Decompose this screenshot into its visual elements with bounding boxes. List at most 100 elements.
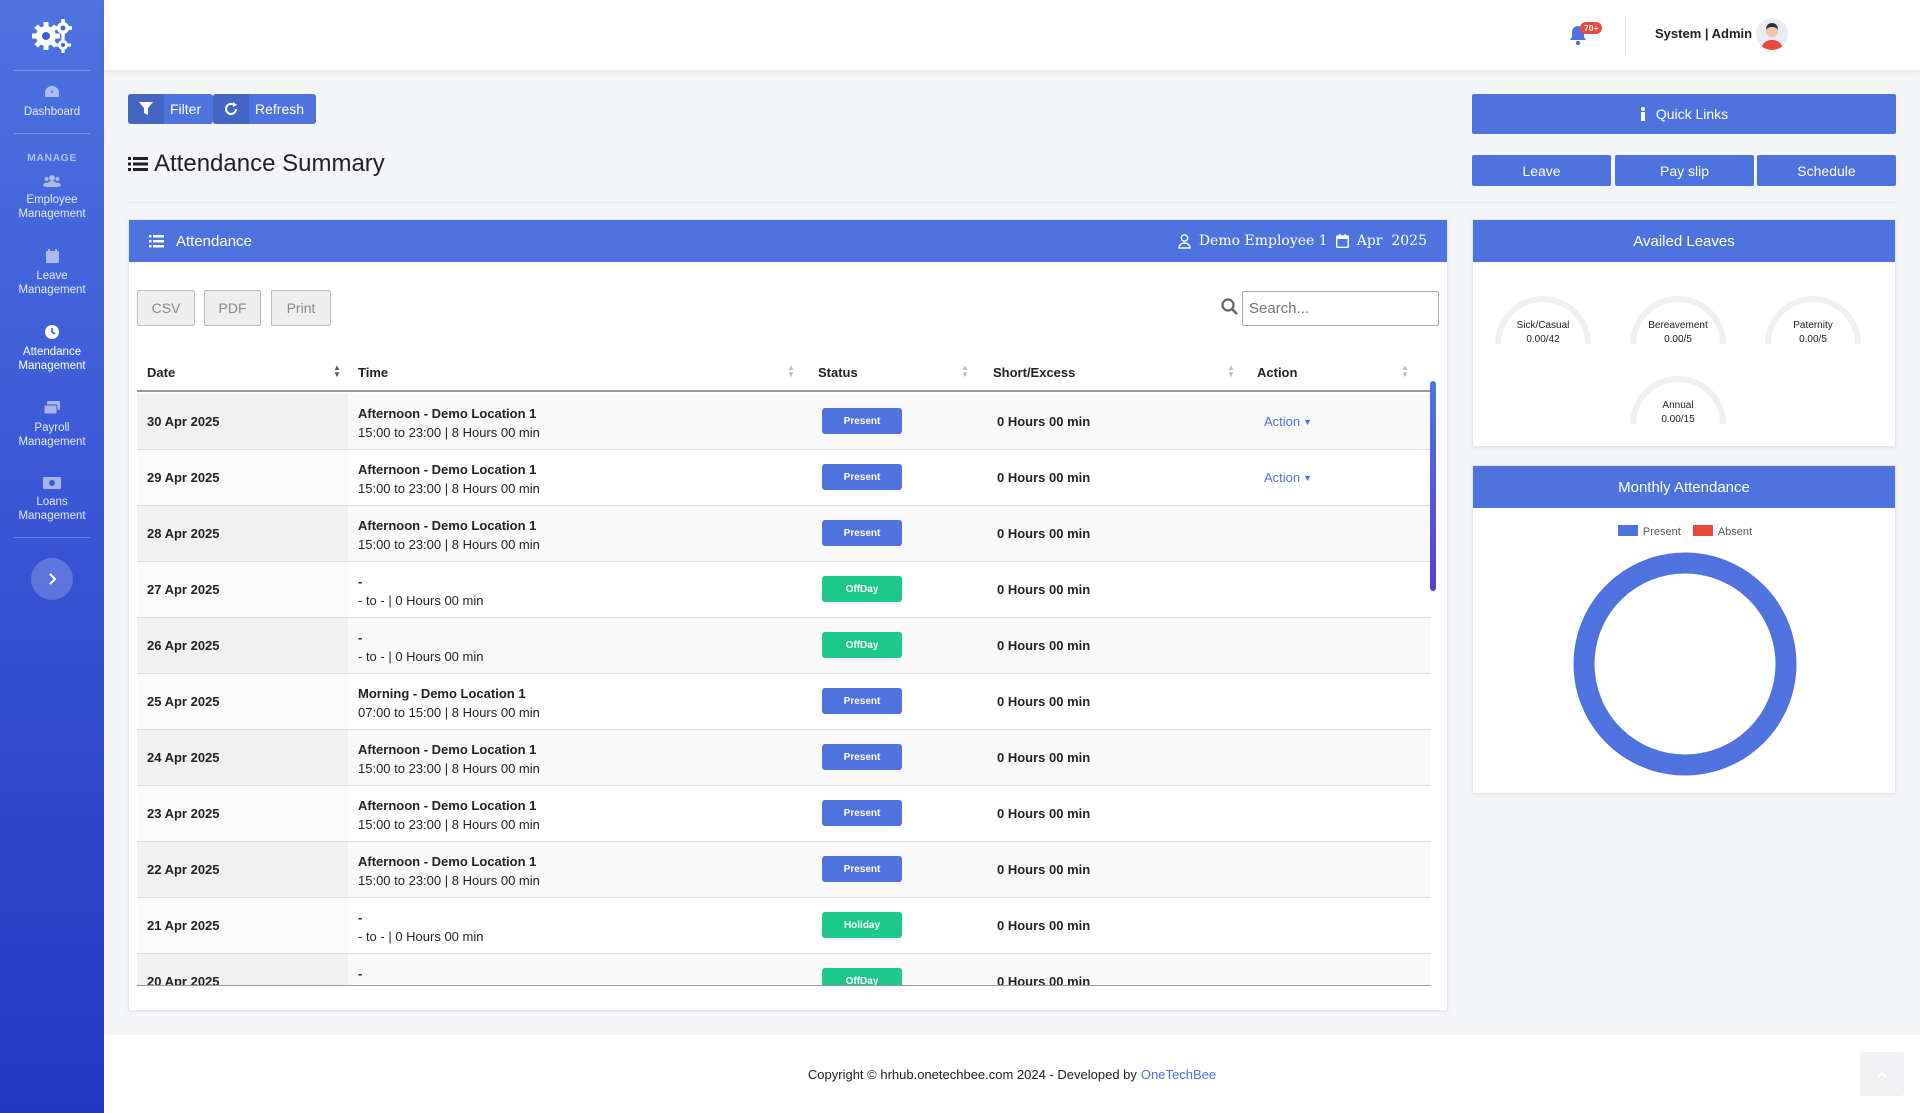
legend-item-present[interactable]: Present <box>1617 525 1681 538</box>
caret-down-icon: ▼ <box>1303 472 1313 483</box>
status-badge: Present <box>822 408 902 434</box>
developer-link[interactable]: OneTechBee <box>1141 1067 1216 1082</box>
row-action-dropdown[interactable]: Action ▼ <box>1264 394 1312 449</box>
app-logo[interactable] <box>0 0 104 70</box>
column-header-status[interactable]: Status <box>818 352 858 392</box>
availed-leaves-title: Availed Leaves <box>1633 232 1735 250</box>
leave-type: Sick/Casual <box>1516 320 1570 331</box>
cash-icon <box>43 477 61 489</box>
page-title-text: Attendance Summary <box>154 150 385 177</box>
export-pdf-button[interactable]: PDF <box>204 290 261 326</box>
cell-date: 20 Apr 2025 <box>137 954 348 985</box>
cell-time: - - to - | 0 Hours 00 min <box>358 964 483 985</box>
sidebar-item-label: Loans Management <box>18 496 86 522</box>
leave-gauge: Paternity 0.00/5 <box>1763 284 1863 348</box>
avatar[interactable] <box>1756 18 1788 50</box>
payslip-button[interactable]: Pay slip <box>1615 155 1754 186</box>
leave-value: 0.00/15 <box>1661 414 1695 425</box>
schedule-button[interactable]: Schedule <box>1757 155 1896 186</box>
row-action-dropdown[interactable]: Action ▼ <box>1264 450 1312 505</box>
column-header-label: Short/Excess <box>993 364 1076 380</box>
status-badge: OffDay <box>822 968 902 985</box>
leave-gauge: Annual 0.00/15 <box>1628 364 1728 428</box>
shift-time: 15:00 to 23:00 | 8 Hours 00 min <box>358 425 540 440</box>
quick-links-button[interactable]: Quick Links <box>1472 94 1896 134</box>
table-scrollbar[interactable] <box>1430 381 1436 591</box>
leave-value: 0.00/5 <box>1799 334 1827 345</box>
table-row: 29 Apr 2025 Afternoon - Demo Location 1 15… <box>137 450 1431 506</box>
cell-time: Afternoon - Demo Location 1 15:00 to 23:0… <box>358 740 540 778</box>
sidebar-item-payroll-management[interactable]: Payroll Management <box>0 387 104 463</box>
sidebar-item-label: Payroll Management <box>18 422 86 448</box>
shift-time: 07:00 to 15:00 | 8 Hours 00 min <box>358 705 540 720</box>
cell-date: 23 Apr 2025 <box>137 786 348 841</box>
sidebar-item-attendance-management[interactable]: Attendance Management <box>0 311 104 387</box>
column-header-short-excess[interactable]: Short/Excess <box>993 352 1075 392</box>
cell-time: Afternoon - Demo Location 1 15:00 to 23:0… <box>358 796 540 834</box>
cell-date: 25 Apr 2025 <box>137 674 348 729</box>
attendance-donut-chart <box>1573 552 1797 776</box>
status-badge: Present <box>822 520 902 546</box>
cell-time: - - to - | 0 Hours 00 min <box>358 908 483 946</box>
column-header-action[interactable]: Action <box>1257 352 1297 392</box>
filter-button[interactable]: Filter <box>128 94 214 124</box>
cell-date: 21 Apr 2025 <box>137 898 348 953</box>
legend-label: Present <box>1642 526 1681 538</box>
print-button[interactable]: Print <box>271 290 331 326</box>
users-icon <box>43 175 61 187</box>
topbar <box>104 0 1920 70</box>
monthly-attendance-card: Monthly Attendance Present Absent <box>1472 465 1896 794</box>
sidebar-item-leave-management[interactable]: Leave Management <box>0 235 104 311</box>
user-name[interactable]: System | Admin <box>1655 26 1752 41</box>
leave-button[interactable]: Leave <box>1472 155 1611 186</box>
sidebar-item-employee-management[interactable]: Employee Management <box>0 164 104 235</box>
column-header-label: Time <box>358 364 389 380</box>
column-header-label: Date <box>147 364 176 380</box>
status-badge: Present <box>822 856 902 882</box>
leave-type: Bereavement <box>1648 320 1708 331</box>
cell-time: Afternoon - Demo Location 1 15:00 to 23:0… <box>358 404 540 442</box>
leave-value: 0.00/42 <box>1526 334 1560 345</box>
cell-short-excess: 0 Hours 00 min <box>997 694 1091 709</box>
refresh-button-label: Refresh <box>255 101 305 117</box>
sidebar-item-dashboard[interactable]: Dashboard <box>0 71 104 133</box>
table-header: Date ▲ ▼ Time ▲ ▼ Status ▲ ▼ Short/Excess ▲… <box>137 352 1431 392</box>
search-input[interactable] <box>1242 291 1439 326</box>
column-header-time[interactable]: Time <box>358 352 388 392</box>
donut-ring <box>1573 552 1797 776</box>
dashboard-icon <box>45 86 59 97</box>
attendance-table-body: 30 Apr 2025 Afternoon - Demo Location 1 15… <box>137 394 1431 986</box>
shift-name: Afternoon - Demo Location 1 <box>358 518 537 533</box>
cell-time: Afternoon - Demo Location 1 15:00 to 23:0… <box>358 852 540 890</box>
cell-date: 30 Apr 2025 <box>137 394 348 449</box>
gauge-label: Bereavement 0.00/5 <box>1628 319 1728 347</box>
cell-short-excess: 0 Hours 00 min <box>997 750 1091 765</box>
legend-label: Absent <box>1717 526 1753 538</box>
legend-swatch <box>1692 525 1713 536</box>
table-row: 24 Apr 2025 Afternoon - Demo Location 1 15… <box>137 730 1431 786</box>
chevron-up-icon <box>1877 1071 1887 1078</box>
user-icon <box>1178 233 1191 249</box>
filter-icon-wrap <box>128 94 164 124</box>
availed-leaves-header: Availed Leaves <box>1473 220 1895 262</box>
selected-month: Apr 2025 <box>1356 233 1427 249</box>
refresh-icon <box>225 102 237 115</box>
shift-name: Afternoon - Demo Location 1 <box>358 798 537 813</box>
column-header-date[interactable]: Date <box>147 352 175 392</box>
cell-short-excess: 0 Hours 00 min <box>997 526 1091 541</box>
table-row: 26 Apr 2025- - to - | 0 Hours 00 min OffDa… <box>137 618 1431 674</box>
export-csv-button[interactable]: CSV <box>137 290 195 326</box>
sidebar-heading: MANAGE <box>27 152 77 164</box>
refresh-button[interactable]: Refresh <box>213 94 317 124</box>
sidebar-item-loans-management[interactable]: Loans Management <box>0 463 104 537</box>
scroll-to-top-button[interactable] <box>1860 1052 1904 1096</box>
cell-time: Afternoon - Demo Location 1 15:00 to 23:0… <box>358 460 540 498</box>
shift-time: - to - | 0 Hours 00 min <box>358 929 484 944</box>
legend-swatch <box>1617 525 1638 536</box>
employee-name: Demo Employee 1 <box>1198 233 1328 249</box>
info-icon <box>1640 107 1645 121</box>
sort-icon: ▲ ▼ <box>333 363 341 379</box>
table-row: 25 Apr 2025 Morning - Demo Location 1 07:0… <box>137 674 1431 730</box>
sidebar-toggle-button[interactable] <box>31 558 73 600</box>
legend-item-absent[interactable]: Absent <box>1692 525 1753 538</box>
